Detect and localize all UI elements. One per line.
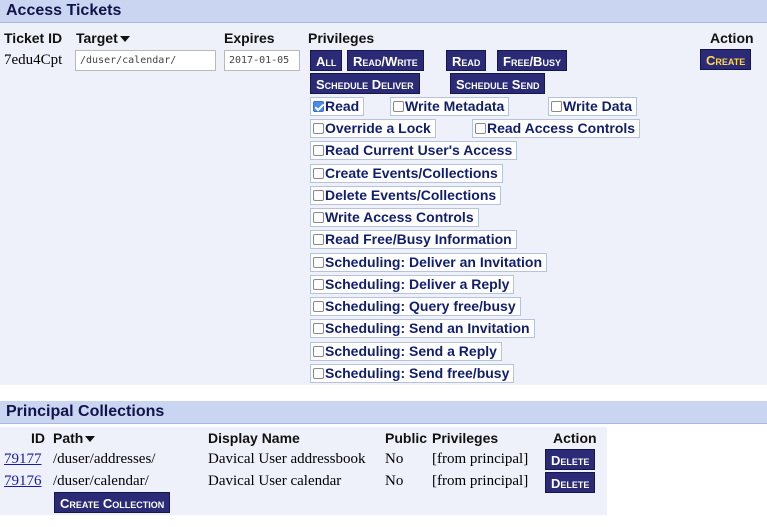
preset-schedule-send-button[interactable]: Schedule Send bbox=[450, 73, 546, 94]
id-header: ID bbox=[31, 430, 45, 446]
collection-public: No bbox=[385, 473, 404, 489]
collection-display-name: Davical User calendar bbox=[208, 473, 342, 489]
checkbox-icon[interactable] bbox=[313, 123, 324, 134]
collection-privileges: [from principal] bbox=[432, 451, 529, 467]
checkbox-icon[interactable] bbox=[313, 145, 324, 156]
caret-down-icon bbox=[119, 36, 130, 43]
principal-collections-title: Principal Collections bbox=[0, 401, 767, 424]
collection-path: /duser/calendar/ bbox=[53, 473, 149, 489]
caret-down-icon bbox=[85, 436, 96, 443]
checkbox-icon[interactable] bbox=[313, 301, 324, 312]
checkbox-icon[interactable] bbox=[393, 101, 404, 112]
checkbox-icon[interactable] bbox=[313, 323, 324, 334]
privileges-header: Privileges bbox=[432, 430, 499, 446]
collection-display-name: Davical User addressbook bbox=[208, 451, 366, 467]
privilege-sched-deliver-reply[interactable]: Scheduling: Deliver a Reply bbox=[310, 275, 515, 294]
privilege-read[interactable]: Read bbox=[310, 97, 365, 116]
ticket-id-value: 7edu4Cpt bbox=[4, 52, 63, 68]
expires-header: Expires bbox=[224, 30, 275, 46]
privilege-write-access-controls[interactable]: Write Access Controls bbox=[310, 208, 479, 227]
checkbox-icon[interactable] bbox=[313, 190, 324, 201]
path-header[interactable]: Path bbox=[53, 430, 96, 446]
action-header: Action bbox=[553, 430, 597, 446]
public-header: Public bbox=[385, 430, 428, 446]
checkbox-icon[interactable] bbox=[313, 257, 324, 268]
checkbox-icon[interactable] bbox=[313, 168, 324, 179]
checkbox-icon[interactable] bbox=[551, 101, 562, 112]
expires-input[interactable]: 2017-01-05 bbox=[224, 50, 300, 71]
preset-free-busy-button[interactable]: Free/Busy bbox=[497, 50, 567, 71]
target-header[interactable]: Target bbox=[76, 30, 130, 46]
collection-id-link[interactable]: 79176 bbox=[4, 473, 42, 490]
checkbox-icon[interactable] bbox=[313, 234, 324, 245]
privilege-sched-send-invitation[interactable]: Scheduling: Send an Invitation bbox=[310, 319, 535, 338]
privilege-read-free-busy[interactable]: Read Free/Busy Information bbox=[310, 230, 517, 249]
display-name-header: Display Name bbox=[208, 430, 300, 446]
checkbox-checked-icon[interactable] bbox=[313, 101, 324, 112]
collection-privileges: [from principal] bbox=[432, 473, 529, 489]
checkbox-icon[interactable] bbox=[313, 346, 324, 357]
collection-public: No bbox=[385, 451, 404, 467]
path-header-label: Path bbox=[53, 430, 84, 446]
checkbox-icon[interactable] bbox=[313, 368, 324, 379]
target-input[interactable]: /duser/calendar/ bbox=[75, 50, 216, 71]
privilege-sched-query-free-busy[interactable]: Scheduling: Query free/busy bbox=[310, 297, 521, 316]
create-ticket-button[interactable]: Create bbox=[700, 49, 752, 70]
privilege-sched-send-reply[interactable]: Scheduling: Send a Reply bbox=[310, 342, 502, 361]
checkbox-icon[interactable] bbox=[475, 123, 486, 134]
privilege-override-lock[interactable]: Override a Lock bbox=[310, 119, 436, 138]
preset-all-button[interactable]: All bbox=[310, 50, 343, 71]
privilege-read-current-user-access[interactable]: Read Current User's Access bbox=[310, 141, 518, 160]
privilege-create-events[interactable]: Create Events/Collections bbox=[310, 164, 503, 183]
checkbox-icon[interactable] bbox=[313, 212, 324, 223]
collection-id-link[interactable]: 79177 bbox=[4, 451, 42, 468]
target-header-label: Target bbox=[76, 30, 118, 46]
checkbox-icon[interactable] bbox=[313, 279, 324, 290]
privilege-sched-deliver-invitation[interactable]: Scheduling: Deliver an Invitation bbox=[310, 253, 548, 272]
privilege-read-access-controls[interactable]: Read Access Controls bbox=[472, 119, 641, 138]
privilege-sched-send-free-busy[interactable]: Scheduling: Send free/busy bbox=[310, 364, 515, 383]
ticket-id-header: Ticket ID bbox=[4, 30, 63, 46]
access-tickets-title: Access Tickets bbox=[0, 0, 767, 23]
privilege-write-metadata[interactable]: Write Metadata bbox=[390, 97, 510, 116]
delete-collection-button[interactable]: Delete bbox=[545, 472, 596, 493]
action-header: Action bbox=[710, 30, 754, 46]
preset-read-write-button[interactable]: Read/Write bbox=[347, 50, 424, 71]
create-collection-button[interactable]: Create Collection bbox=[54, 492, 171, 513]
delete-collection-button[interactable]: Delete bbox=[545, 449, 596, 470]
preset-read-button[interactable]: Read bbox=[446, 50, 487, 71]
preset-schedule-deliver-button[interactable]: Schedule Deliver bbox=[310, 73, 420, 94]
privilege-write-data[interactable]: Write Data bbox=[548, 97, 637, 116]
privilege-delete-events[interactable]: Delete Events/Collections bbox=[310, 186, 502, 205]
collection-path: /duser/addresses/ bbox=[53, 451, 156, 467]
privileges-header: Privileges bbox=[308, 30, 375, 46]
